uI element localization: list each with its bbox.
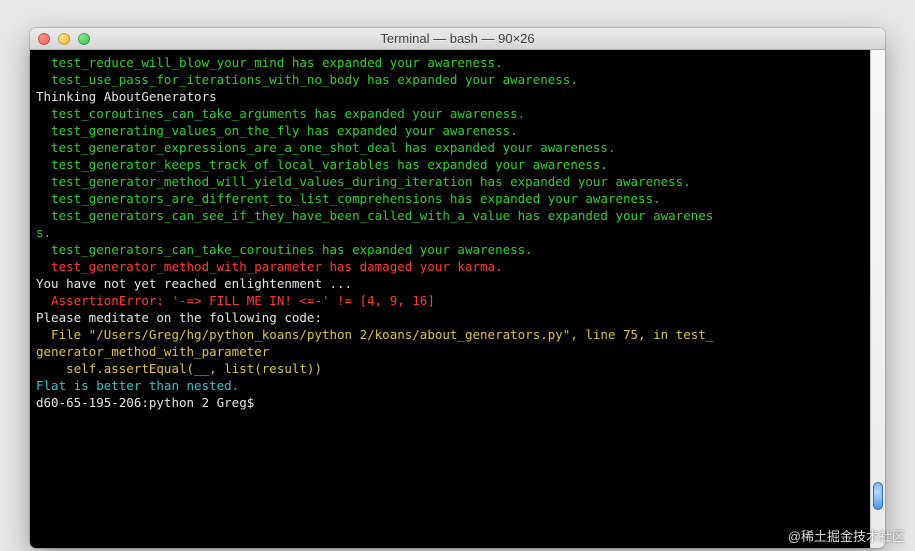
terminal-output[interactable]: test_reduce_will_blow_your_mind has expa… — [30, 50, 870, 548]
terminal-line: test_reduce_will_blow_your_mind has expa… — [36, 54, 864, 71]
terminal-body: test_reduce_will_blow_your_mind has expa… — [30, 50, 885, 548]
terminal-line: test_generators_are_different_to_list_co… — [36, 190, 864, 207]
terminal-line: AssertionError: '-=> FILL ME IN! <=-' !=… — [36, 292, 864, 309]
terminal-line: test_generating_values_on_the_fly has ex… — [36, 122, 864, 139]
close-icon[interactable] — [38, 33, 50, 45]
terminal-line: generator_method_with_parameter — [36, 343, 864, 360]
terminal-window: Terminal — bash — 90×26 test_reduce_will… — [30, 28, 885, 548]
terminal-line: test_coroutines_can_take_arguments has e… — [36, 105, 864, 122]
traffic-lights — [30, 33, 90, 45]
terminal-line: Thinking AboutGenerators — [36, 88, 864, 105]
terminal-line: Please meditate on the following code: — [36, 309, 864, 326]
scrollbar[interactable] — [870, 50, 885, 548]
terminal-line: test_use_pass_for_iterations_with_no_bod… — [36, 71, 864, 88]
terminal-line: File "/Users/Greg/hg/python_koans/python… — [36, 326, 864, 343]
terminal-line: test_generator_method_will_yield_values_… — [36, 173, 864, 190]
terminal-line: d60-65-195-206:python 2 Greg$ — [36, 394, 864, 411]
terminal-line: self.assertEqual(__, list(result)) — [36, 360, 864, 377]
terminal-line: test_generator_keeps_track_of_local_vari… — [36, 156, 864, 173]
terminal-line: Flat is better than nested. — [36, 377, 864, 394]
scrollbar-thumb[interactable] — [873, 482, 883, 510]
terminal-line: test_generator_method_with_parameter has… — [36, 258, 864, 275]
terminal-line: test_generators_can_see_if_they_have_bee… — [36, 207, 864, 224]
maximize-icon[interactable] — [78, 33, 90, 45]
window-title: Terminal — bash — 90×26 — [30, 31, 885, 46]
terminal-line: You have not yet reached enlightenment .… — [36, 275, 864, 292]
terminal-line: test_generators_can_take_coroutines has … — [36, 241, 864, 258]
terminal-line: test_generator_expressions_are_a_one_sho… — [36, 139, 864, 156]
minimize-icon[interactable] — [58, 33, 70, 45]
terminal-line: s. — [36, 224, 864, 241]
titlebar[interactable]: Terminal — bash — 90×26 — [30, 28, 885, 50]
watermark: @稀土掘金技术社区 — [788, 526, 905, 545]
